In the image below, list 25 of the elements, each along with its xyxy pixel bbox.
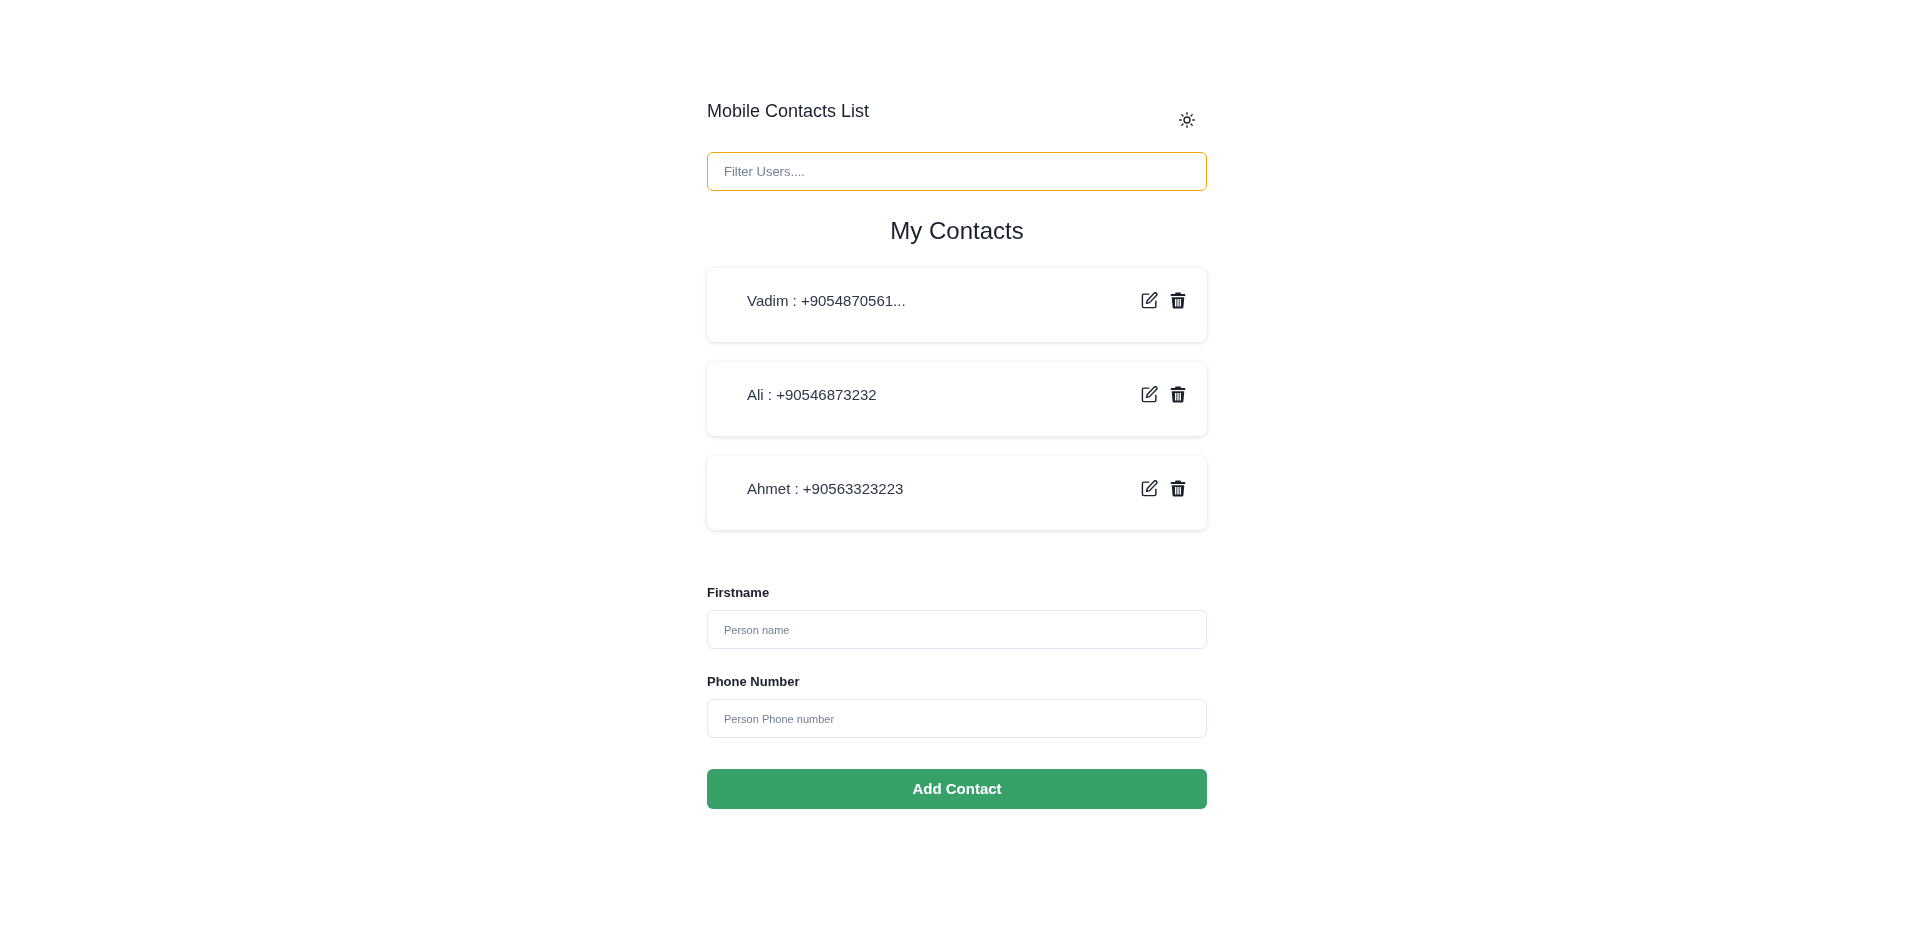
trash-icon xyxy=(1170,480,1186,497)
edit-button[interactable] xyxy=(1141,292,1158,309)
contacts-heading: My Contacts xyxy=(890,216,1024,246)
contact-text: Ahmet : +90563323223 xyxy=(747,479,904,499)
delete-button[interactable] xyxy=(1170,480,1186,497)
add-contact-button[interactable]: Add Contact xyxy=(707,769,1207,809)
edit-icon xyxy=(1141,292,1158,309)
filter-input[interactable]: Filter Users.... xyxy=(707,152,1207,191)
edit-button[interactable] xyxy=(1141,480,1158,497)
text-input[interactable]: Person name xyxy=(707,610,1207,649)
field-label: Phone Number xyxy=(707,673,800,691)
edit-icon xyxy=(1141,386,1158,403)
trash-icon xyxy=(1170,292,1186,309)
contact-text: Vadim : +9054870561... xyxy=(747,291,906,311)
contact-text: Ali : +90546873232 xyxy=(747,385,877,405)
trash-icon xyxy=(1170,386,1186,403)
theme-toggle-button[interactable] xyxy=(1179,112,1195,128)
edit-button[interactable] xyxy=(1141,386,1158,403)
edit-icon xyxy=(1141,480,1158,497)
text-input[interactable]: Person Phone number xyxy=(707,699,1207,738)
app-title: Mobile Contacts List xyxy=(707,100,870,123)
delete-button[interactable] xyxy=(1170,292,1186,309)
sun-icon xyxy=(1179,112,1195,128)
delete-button[interactable] xyxy=(1170,386,1186,403)
field-label: Firstname xyxy=(707,584,770,602)
